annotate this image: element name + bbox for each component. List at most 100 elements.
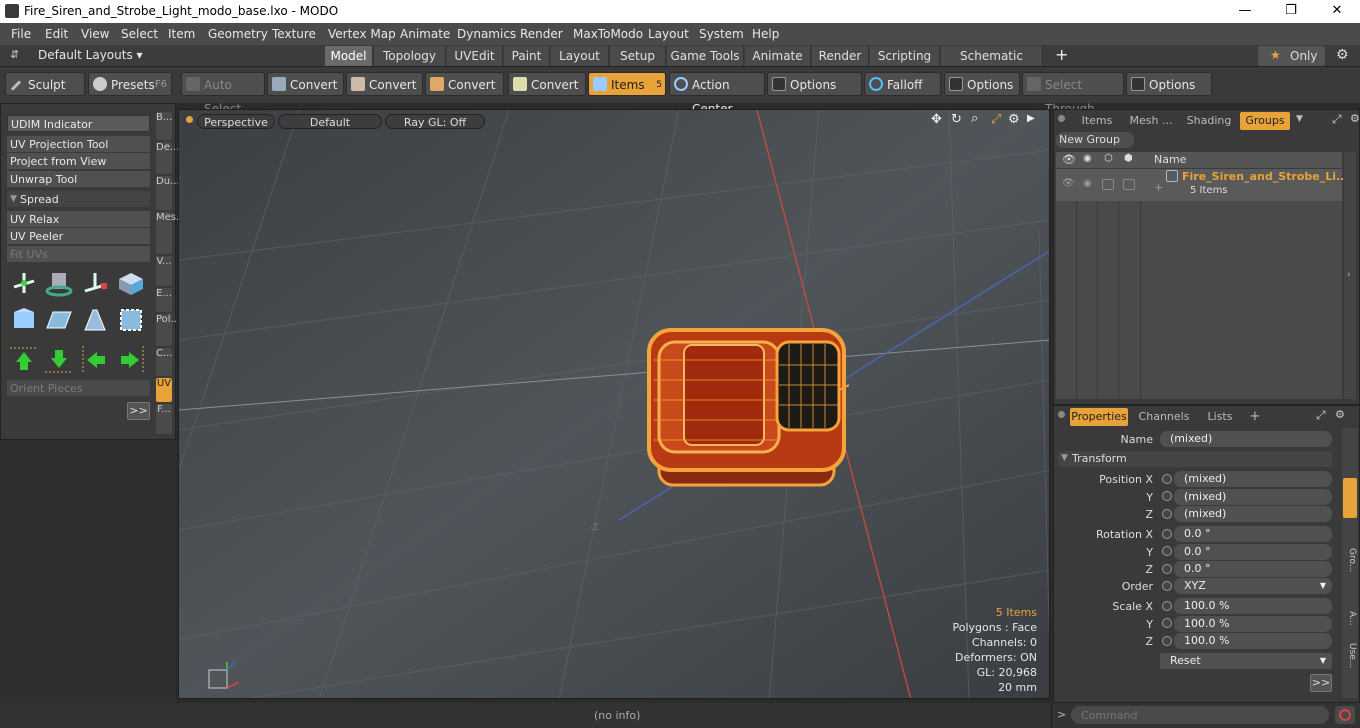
action-center-options-button[interactable]: Options <box>767 72 862 96</box>
siren-model[interactable] <box>647 328 850 487</box>
orient-pieces-button[interactable]: Orient Pieces <box>7 380 150 397</box>
convert-vertex-button[interactable]: Convert <box>267 72 344 96</box>
name-field[interactable]: (mixed) <box>1160 431 1332 447</box>
vtab-curve[interactable]: C... <box>156 348 173 376</box>
presets-button[interactable]: Presets F6 <box>88 72 172 96</box>
vtab-mesh[interactable]: Mes... <box>156 212 186 254</box>
tab-render[interactable]: Render <box>812 46 869 66</box>
panel-settings-icon[interactable]: ⚙ <box>1350 112 1360 125</box>
scale-y-radio[interactable] <box>1162 618 1172 628</box>
rotation-x-radio[interactable] <box>1162 529 1172 539</box>
group-row[interactable]: 👁 ◉ + Fire_Siren_and_Strobe_Li... 5 Item… <box>1056 169 1349 201</box>
pan-icon[interactable]: ✥ <box>931 112 942 127</box>
convert-item-button[interactable]: Convert <box>508 72 586 96</box>
layout-pin-icon[interactable]: ⇵ <box>10 48 19 61</box>
unwrap-tool-button[interactable]: Unwrap Tool <box>7 171 150 188</box>
uv-perspective-map-icon[interactable] <box>79 304 111 336</box>
shading-dropdown[interactable]: Default <box>278 114 382 129</box>
new-group-button[interactable]: New Group <box>1056 132 1134 148</box>
uv-scale-icon[interactable] <box>79 267 111 299</box>
add-tab-button[interactable]: + <box>1248 408 1262 426</box>
fit-view-icon[interactable]: ⤢ <box>991 112 1001 127</box>
menu-geometry[interactable]: Geometry <box>208 27 268 41</box>
vtab-uv[interactable]: UV <box>156 378 172 402</box>
gear-icon[interactable]: ⚙ <box>1336 47 1349 63</box>
menu-item[interactable]: Item <box>168 27 195 41</box>
tab-uvedit[interactable]: UVEdit <box>447 46 503 66</box>
rotation-y-radio[interactable] <box>1162 546 1172 556</box>
side-tab-groups[interactable]: Gro... <box>1343 548 1357 572</box>
scale-x-field[interactable]: 100.0 % <box>1174 598 1332 614</box>
tab-animate[interactable]: Animate <box>745 46 811 66</box>
uv-relax-button[interactable]: UV Relax <box>7 211 150 228</box>
position-x-radio[interactable] <box>1162 474 1172 484</box>
project-from-view-button[interactable]: Project from View <box>7 153 150 170</box>
default-layouts-dropdown[interactable]: Default Layouts ▾ <box>38 48 143 62</box>
groups-scrollbar[interactable]: › <box>1344 152 1356 399</box>
perspective-dropdown[interactable]: Perspective <box>197 114 275 129</box>
close-button[interactable]: ✕ <box>1314 0 1360 23</box>
viewport-settings-icon[interactable]: ⚙ <box>1008 112 1020 127</box>
items-mode-button[interactable]: Items 5 <box>588 72 666 96</box>
menu-vertex-map[interactable]: Vertex Map <box>328 27 396 41</box>
order-dropdown[interactable]: XYZ ▼ <box>1174 578 1332 594</box>
uv-rotate-icon[interactable] <box>43 267 75 299</box>
convert-edge-button[interactable]: Convert <box>346 72 423 96</box>
auto-select-button[interactable]: Auto Select <box>181 72 265 116</box>
panel-expand-icon[interactable]: ⤢ <box>1332 112 1342 127</box>
tab-setup[interactable]: Setup <box>610 46 666 66</box>
align-right-icon[interactable] <box>115 344 147 376</box>
more-tools-button[interactable]: >> <box>127 402 150 420</box>
tab-lists[interactable]: Lists <box>1200 408 1240 426</box>
maximize-button[interactable]: ❐ <box>1268 0 1314 23</box>
render-icon[interactable]: ◉ <box>1083 178 1092 189</box>
tab-model[interactable]: Model <box>325 46 373 66</box>
scale-z-radio[interactable] <box>1162 636 1172 646</box>
uv-cube-map-icon[interactable] <box>8 304 40 336</box>
scale-z-field[interactable]: 100.0 % <box>1174 633 1332 649</box>
rotation-x-field[interactable]: 0.0 ° <box>1174 526 1332 542</box>
menu-dynamics[interactable]: Dynamics <box>457 27 516 41</box>
rotation-z-radio[interactable] <box>1162 564 1172 574</box>
panel-menu-dot[interactable] <box>1058 115 1065 122</box>
vtab-basic[interactable]: B... <box>156 112 172 140</box>
menu-system[interactable]: System <box>699 27 744 41</box>
fit-uvs-button[interactable]: Fit UVs <box>7 246 150 263</box>
transform-section-header[interactable]: ▼ Transform <box>1058 451 1332 467</box>
order-radio[interactable] <box>1162 581 1172 591</box>
panel-expand-icon[interactable]: ⤢ <box>1316 408 1326 423</box>
tab-items[interactable]: Items <box>1074 112 1120 130</box>
tab-shading[interactable]: Shading <box>1182 112 1236 130</box>
uv-projection-tool-button[interactable]: UV Projection Tool <box>7 136 150 153</box>
select-through-options-button[interactable]: Options <box>1126 72 1212 96</box>
rotation-y-field[interactable]: 0.0 ° <box>1174 544 1332 560</box>
tab-game-tools[interactable]: Game Tools <box>667 46 744 66</box>
add-tab-button[interactable]: + <box>1055 45 1068 64</box>
rotate-view-icon[interactable]: ↻ <box>951 112 962 127</box>
raygl-dropdown[interactable]: Ray GL: Off <box>385 114 485 129</box>
panel-menu-dot[interactable] <box>1058 411 1065 418</box>
menu-file[interactable]: File <box>11 27 31 41</box>
uv-transform-icon[interactable] <box>115 267 147 299</box>
visibility-eye-icon[interactable]: 👁 <box>1062 178 1075 189</box>
uv-planar-map-icon[interactable] <box>43 304 75 336</box>
command-history-button[interactable] <box>1335 706 1355 724</box>
side-tab-active[interactable] <box>1343 478 1357 518</box>
align-down-icon[interactable] <box>43 344 75 376</box>
spread-dropdown[interactable]: ▼ Spread <box>7 191 150 208</box>
menu-animate[interactable]: Animate <box>400 27 450 41</box>
menu-render[interactable]: Render <box>520 27 563 41</box>
select-through-button[interactable]: Select Through <box>1022 72 1124 116</box>
vtab-duplicate[interactable]: Du... <box>156 176 180 210</box>
lock-checkbox[interactable] <box>1102 179 1114 190</box>
menu-view[interactable]: View <box>81 27 109 41</box>
convert-polygon-button[interactable]: Convert <box>425 72 504 96</box>
tab-mesh[interactable]: Mesh ... <box>1124 112 1178 130</box>
zoom-icon[interactable]: ⌕ <box>971 111 978 126</box>
side-tab-user[interactable]: Use... <box>1343 643 1357 668</box>
more-properties-button[interactable]: >> <box>1310 674 1332 692</box>
side-tab-assembly[interactable]: A... <box>1343 611 1357 626</box>
only-toggle[interactable]: ★ Only <box>1258 46 1325 66</box>
uv-box-map-icon[interactable] <box>115 304 147 336</box>
viewport-menu-dot[interactable] <box>186 116 193 123</box>
